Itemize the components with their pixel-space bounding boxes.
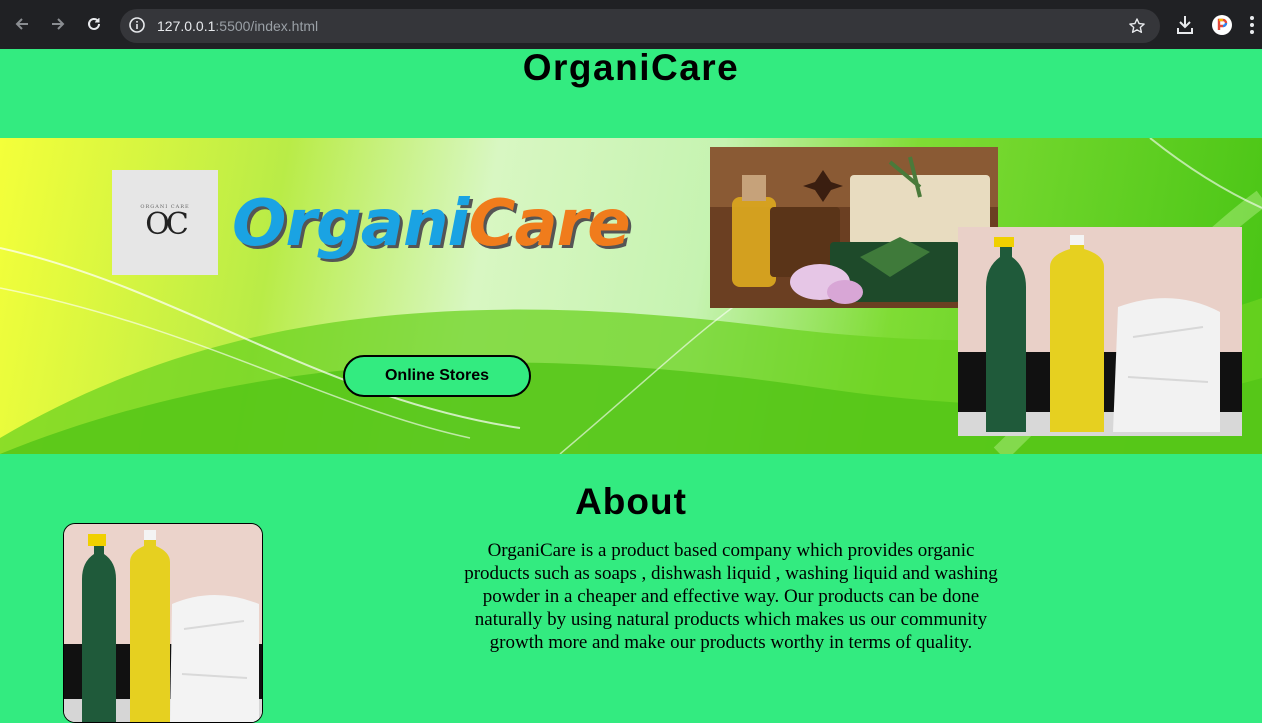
liquid-products-image: [958, 227, 1242, 436]
bookmark-star-icon[interactable]: [1128, 17, 1146, 35]
browser-menu-icon[interactable]: [1250, 16, 1254, 34]
url-path: :5500/index.html: [215, 18, 319, 34]
browser-toolbar: 127.0.0.1:5500/index.html: [0, 0, 1262, 49]
about-description: OrganiCare is a product based company wh…: [464, 540, 998, 653]
site-info-icon[interactable]: [128, 16, 146, 34]
back-icon[interactable]: [10, 12, 34, 36]
page-title: OrganiCare: [522, 47, 740, 88]
about-heading: About: [575, 481, 687, 522]
url-host: 127.0.0.1: [157, 18, 216, 34]
soap-products-image: [710, 147, 998, 308]
logo-monogram: OC: [145, 206, 189, 242]
hero-banner: ORGANI CARE OC OrganiCare Online Stores: [0, 138, 1262, 454]
brand-word-organi: Organi: [232, 187, 469, 261]
online-stores-button[interactable]: Online Stores: [343, 355, 531, 397]
brand-word-care: Care: [468, 187, 630, 261]
forward-icon[interactable]: [46, 12, 70, 36]
profile-avatar-icon[interactable]: [1212, 15, 1232, 35]
site-header: OrganiCare: [0, 49, 1262, 138]
about-products-image: [63, 523, 263, 723]
address-bar[interactable]: 127.0.0.1:5500/index.html: [120, 9, 1160, 43]
brand-logo: ORGANI CARE OC: [112, 170, 218, 275]
reload-icon[interactable]: [82, 12, 106, 36]
brand-wordmark: OrganiCare: [232, 184, 631, 264]
download-icon[interactable]: [1176, 15, 1194, 35]
url-text[interactable]: 127.0.0.1:5500/index.html: [157, 18, 318, 34]
